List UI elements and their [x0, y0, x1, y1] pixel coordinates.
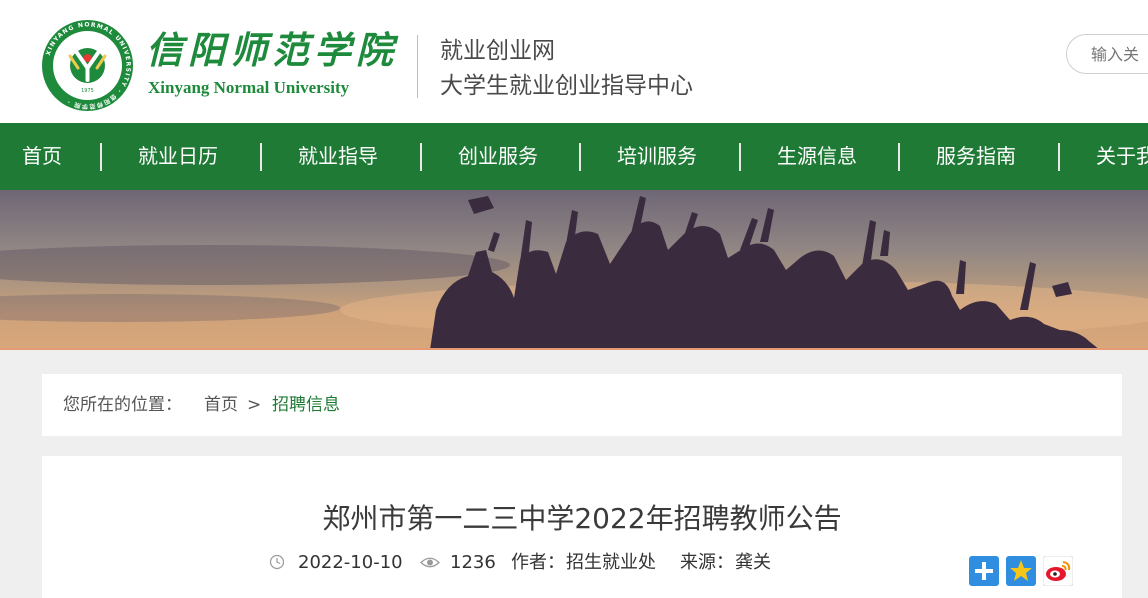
nav-item-home[interactable]: 首页 — [22, 123, 62, 190]
breadcrumb-prefix: 您所在的位置： — [63, 395, 182, 415]
site-subtitle: 大学生就业创业指导中心 — [440, 73, 693, 99]
weibo-icon[interactable] — [1043, 556, 1073, 586]
article-title: 郑州市第一二三中学2022年招聘教师公告 — [322, 502, 842, 535]
article-source: 龚关 — [735, 552, 771, 573]
author-label: 作者： — [511, 552, 565, 573]
site-header: XINYANG NORMAL UNIVERSITY · 信阳师范学院 · 197… — [0, 0, 1148, 123]
nav-item-employment-calendar[interactable]: 就业日历 — [138, 123, 218, 190]
article-author: 招生就业处 — [566, 552, 656, 573]
article-panel: 郑州市第一二三中学2022年招聘教师公告 2022-10-10 1236 作者：… — [42, 456, 1122, 598]
nav-divider — [100, 143, 102, 171]
breadcrumb: 您所在的位置： 首页 > 招聘信息 — [42, 374, 1122, 436]
main-nav: 首页 就业日历 就业指导 创业服务 培训服务 生源信息 服务指南 关于我们 — [0, 123, 1148, 190]
share-plus-icon[interactable] — [969, 556, 999, 586]
nav-item-service-guide[interactable]: 服务指南 — [936, 123, 1016, 190]
nav-divider — [260, 143, 262, 171]
header-divider — [417, 35, 418, 98]
source-label: 来源： — [680, 552, 734, 573]
nav-divider — [739, 143, 741, 171]
nav-divider — [420, 143, 422, 171]
clock-icon — [269, 554, 285, 570]
university-seal-logo[interactable]: XINYANG NORMAL UNIVERSITY · 信阳师范学院 · 197… — [42, 20, 133, 111]
nav-divider — [898, 143, 900, 171]
nav-item-student-source[interactable]: 生源信息 — [777, 123, 857, 190]
nav-divider — [579, 143, 581, 171]
nav-item-employment-guidance[interactable]: 就业指导 — [298, 123, 378, 190]
site-name: 就业创业网 — [440, 38, 555, 64]
nav-divider — [1058, 143, 1060, 171]
svg-text:1975: 1975 — [81, 88, 94, 94]
eye-icon — [420, 557, 440, 568]
nav-item-startup-services[interactable]: 创业服务 — [458, 123, 538, 190]
breadcrumb-separator: > — [247, 395, 262, 415]
nav-item-training-services[interactable]: 培训服务 — [617, 123, 697, 190]
banner-accent-line — [0, 348, 1148, 350]
nav-item-about-us[interactable]: 关于我们 — [1096, 123, 1148, 190]
breadcrumb-home-link[interactable]: 首页 — [204, 374, 238, 436]
article-views: 1236 — [450, 552, 496, 573]
article-date: 2022-10-10 — [298, 552, 403, 573]
favorite-star-icon[interactable] — [1006, 556, 1036, 586]
university-name-en: Xinyang Normal University — [148, 78, 350, 97]
search-input[interactable] — [1066, 34, 1148, 74]
graduation-banner — [0, 190, 1148, 350]
university-name-cn: 信阳师范学院 — [146, 28, 398, 72]
graduates-silhouette-image — [0, 196, 1148, 350]
seal-emblem-icon: XINYANG NORMAL UNIVERSITY · 信阳师范学院 · 197… — [45, 21, 130, 110]
breadcrumb-current[interactable]: 招聘信息 — [272, 374, 340, 436]
